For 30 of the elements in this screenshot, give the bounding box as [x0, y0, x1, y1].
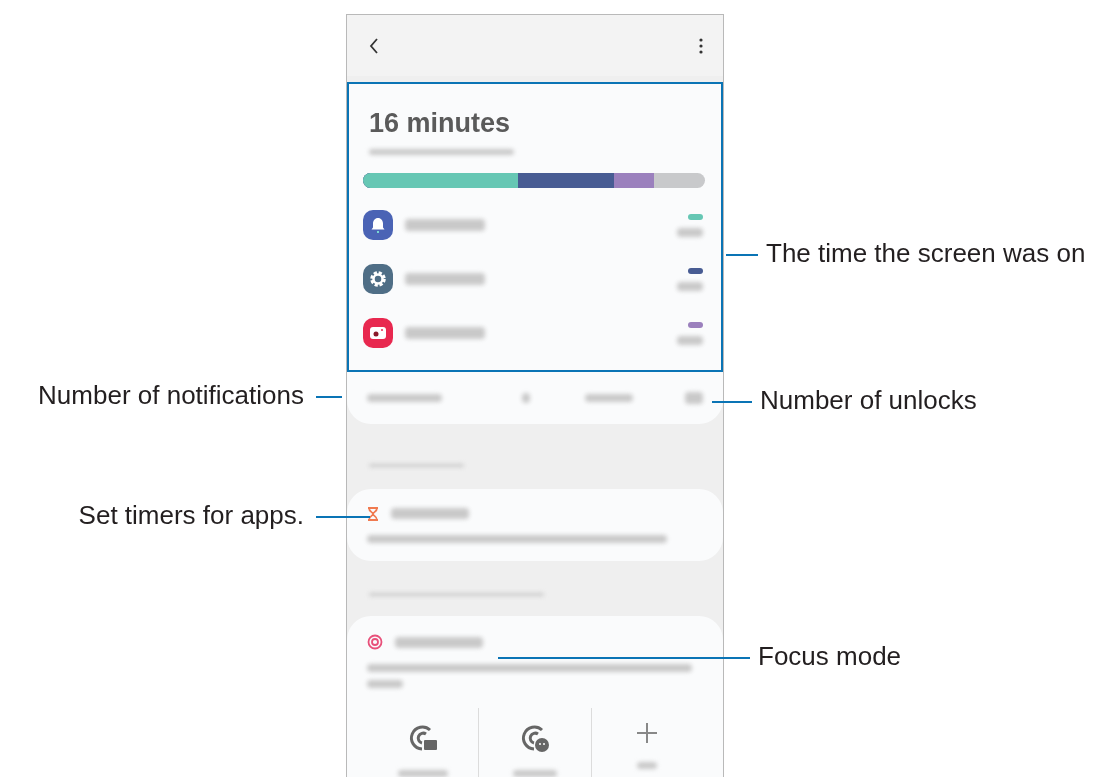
blurred-count	[685, 392, 703, 404]
leader-line	[726, 254, 758, 256]
back-icon[interactable]	[369, 37, 379, 54]
bell-app-icon	[363, 210, 393, 240]
blurred-duration	[677, 335, 703, 345]
target-icon	[367, 634, 383, 650]
callout-label: Number of unlocks	[760, 385, 977, 416]
work-focus-icon[interactable]	[407, 722, 438, 752]
leader-line	[316, 516, 370, 518]
callout-label: Number of notifications	[38, 380, 304, 411]
blurred-label	[513, 770, 557, 777]
camera-app-icon	[363, 318, 393, 348]
leader-line	[316, 396, 342, 398]
blurred-description	[367, 680, 403, 688]
gear-app-icon	[363, 264, 393, 294]
leader-line	[712, 401, 752, 403]
blurred-label	[585, 394, 633, 402]
blurred-count	[522, 393, 530, 403]
callout-label: The time the screen was on	[766, 238, 1086, 269]
smile-focus-icon[interactable]	[520, 722, 550, 752]
screen-time-total: 16 minutes	[369, 108, 512, 139]
blurred-duration	[677, 227, 703, 237]
blurred-label	[397, 770, 448, 777]
callout-label: Focus mode	[758, 641, 902, 672]
blurred-label	[637, 762, 658, 769]
hourglass-icon	[367, 506, 379, 521]
more-options-icon[interactable]	[699, 37, 703, 54]
blurred-duration	[677, 281, 703, 291]
callout-label: Set timers for apps.	[78, 500, 304, 531]
add-icon[interactable]	[636, 722, 659, 744]
